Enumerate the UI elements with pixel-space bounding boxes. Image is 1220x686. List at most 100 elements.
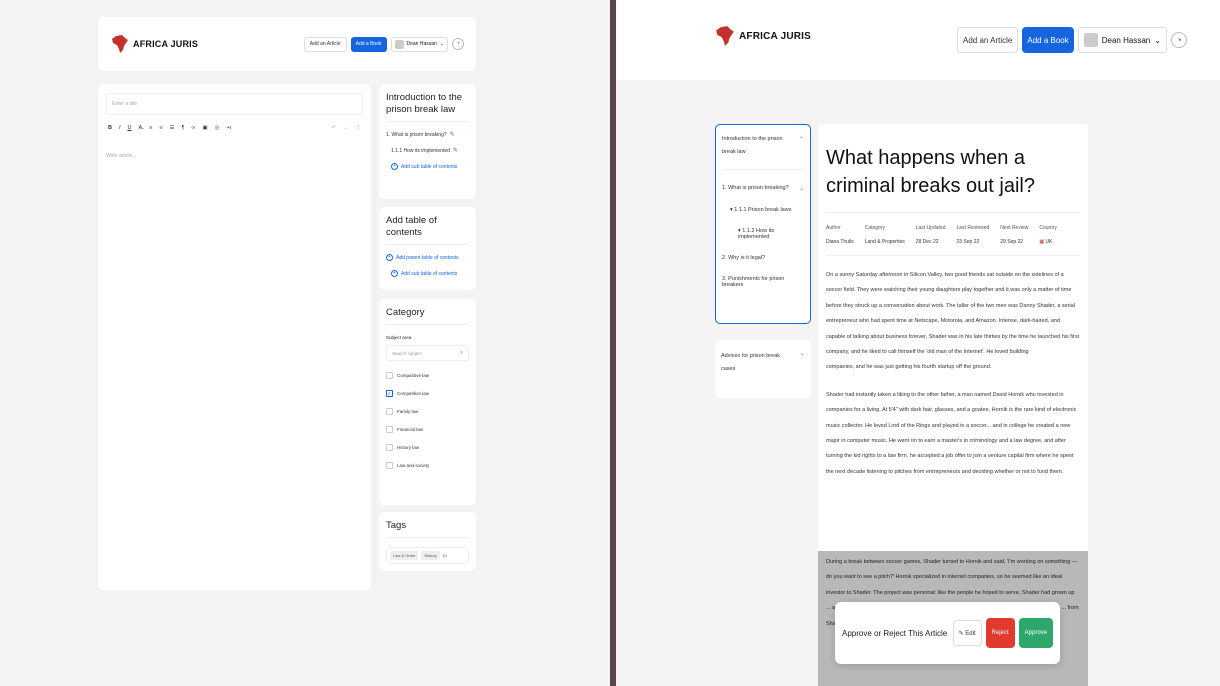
- list-button[interactable]: ☰: [170, 125, 175, 131]
- add-book-button[interactable]: Add a Book: [350, 36, 387, 52]
- toc-item-label: 1. What is prison breaking?: [722, 185, 789, 191]
- meta-value: 29 Sep 22: [1000, 239, 1024, 245]
- tag-input-value[interactable]: Di: [443, 553, 447, 558]
- country-value: ▦ UK: [1039, 239, 1057, 245]
- reject-button[interactable]: Reject: [985, 618, 1015, 648]
- chevron-down-icon[interactable]: ⌄: [800, 350, 805, 388]
- category-option[interactable]: History law: [386, 444, 469, 451]
- add-toc-panel: Add table of contents + Add parent table…: [379, 207, 476, 290]
- undo-icon[interactable]: ↶: [331, 125, 336, 131]
- article-paragraph: On a sunny Saturday afternoon in Silicon…: [826, 268, 1080, 376]
- tags-input[interactable]: Law & Order History Di: [386, 547, 469, 564]
- tag-chip[interactable]: Law & Order: [390, 551, 419, 560]
- category-option-label: Competition law: [397, 391, 430, 396]
- redo-icon[interactable]: →: [343, 125, 349, 131]
- user-name: Dean Hassan: [406, 41, 437, 47]
- user-menu[interactable]: Dean Hassan ⌄: [390, 36, 448, 52]
- article-body-input[interactable]: Write article...: [106, 153, 363, 159]
- format-toolbar: B I U A̶ ≡ ≡ ☰ ¶ ∞ ▣ ◎ +ı ↶ → ⋮: [106, 125, 363, 131]
- approve-button[interactable]: Approve: [1018, 618, 1053, 648]
- meta-last-reviewed: Last Reviewed 23 Sep 22: [956, 225, 989, 245]
- image-icon[interactable]: ▣: [202, 125, 207, 131]
- brand-logo[interactable]: AFRICA JURIS: [714, 25, 811, 47]
- meta-value: UK: [1045, 239, 1053, 245]
- category-option-label: Comparitive law: [397, 373, 430, 378]
- more-icon[interactable]: ⋮: [356, 125, 362, 131]
- meta-last-updated: Last Updated 28 Dec 22: [916, 225, 946, 245]
- pencil-icon: ✎: [958, 630, 964, 637]
- edit-button[interactable]: ✎ Edit: [952, 620, 982, 646]
- toc-item[interactable]: 1.1.1 How its implemented ✎: [391, 147, 469, 155]
- category-title: Category: [386, 307, 469, 325]
- add-sub-toc-link[interactable]: + Add sub table of contents: [386, 163, 469, 170]
- brand-name: AFRICA JURIS: [739, 30, 812, 42]
- brand-name: AFRICA JURIS: [133, 39, 199, 49]
- brand-logo[interactable]: AFRICA JURIS: [110, 34, 198, 54]
- article-title: What happens when a criminal breaks out …: [826, 144, 1080, 213]
- title-input[interactable]: Enter a title: [106, 93, 363, 115]
- align-left-button[interactable]: ≡: [149, 125, 152, 131]
- category-option[interactable]: Financial law: [386, 426, 469, 433]
- user-menu[interactable]: Dean Hassan ⌄: [1077, 27, 1167, 53]
- toc-item[interactable]: ▾ 1.1.1 Prison break laws: [722, 207, 804, 213]
- category-option[interactable]: Family law: [386, 408, 469, 415]
- strikethrough-button[interactable]: A̶: [139, 125, 143, 131]
- toc-item[interactable]: ▾ 1.1.2 How its implemented: [722, 228, 804, 240]
- editor-screen: AFRICA JURIS Add an Article Add a Book D…: [0, 0, 610, 686]
- meta-key: Author: [826, 225, 841, 231]
- add-sub-toc-link[interactable]: + Add sub table of contents: [386, 270, 469, 277]
- pencil-icon[interactable]: ✎: [450, 131, 455, 138]
- search-placeholder: Search subject: [392, 350, 422, 356]
- paragraph-button[interactable]: ¶: [182, 125, 185, 131]
- meta-key: Category: [864, 225, 885, 231]
- embed-icon[interactable]: ◎: [215, 125, 220, 131]
- checkbox[interactable]: [386, 462, 393, 469]
- tag-chip[interactable]: History: [421, 551, 440, 560]
- add-book-button[interactable]: Add a Book: [1022, 27, 1074, 53]
- avatar: [1083, 33, 1098, 47]
- article-review-screen: AFRICA JURIS Add an Article Add a Book D…: [616, 0, 1220, 686]
- bell-icon[interactable]: ◔: [1170, 32, 1187, 48]
- link-icon[interactable]: ∞: [192, 125, 196, 131]
- subject-search-input[interactable]: Search subject ⚲: [386, 345, 469, 361]
- category-option[interactable]: Law and society: [386, 462, 469, 469]
- checkbox[interactable]: [386, 444, 393, 451]
- chevron-down-icon: ⌄: [1154, 35, 1161, 45]
- add-parent-toc-label: Add parent table of contents: [396, 254, 459, 261]
- toc-panel: Introduction to the prison break law 1. …: [379, 84, 476, 199]
- category-option[interactable]: ✓ Competition law: [386, 390, 469, 397]
- add-parent-toc-link[interactable]: + Add parent table of contents: [386, 254, 469, 261]
- add-article-button[interactable]: Add an Article: [957, 27, 1019, 53]
- underline-button[interactable]: U: [128, 125, 132, 131]
- checkbox[interactable]: [386, 426, 393, 433]
- italic-button[interactable]: I: [119, 125, 121, 131]
- bold-button[interactable]: B: [108, 125, 112, 131]
- pencil-icon[interactable]: ✎: [453, 147, 458, 154]
- toc-item[interactable]: 3. Punishments for prison breakers: [722, 276, 804, 288]
- top-header: AFRICA JURIS Add an Article Add a Book D…: [616, 0, 1220, 80]
- add-sub-toc-label: Add sub table of contents: [401, 163, 458, 170]
- chevron-down-icon: ⌄: [439, 41, 444, 47]
- chevron-down-icon[interactable]: ⌄: [799, 133, 804, 140]
- article-meta: Author Diana Thulis Category Land & Proper…: [826, 225, 1080, 256]
- toc-item[interactable]: 2. Why is it legal?: [722, 255, 804, 261]
- checkbox[interactable]: [386, 408, 393, 415]
- paragraph-text: companies, and he was just getting his f…: [826, 364, 992, 371]
- chevron-down-icon[interactable]: ⌄: [799, 185, 804, 192]
- bell-icon[interactable]: ◔: [452, 38, 464, 50]
- article-paragraph: Shader had instantly taken a liking to t…: [826, 391, 1077, 475]
- checkbox-checked[interactable]: ✓: [386, 390, 393, 397]
- meta-value: Land & Properties: [864, 239, 905, 245]
- toc-item[interactable]: 1. What is prison breaking? ✎: [386, 131, 469, 139]
- toc-item[interactable]: 1. What is prison breaking? ⌄: [722, 185, 804, 192]
- meta-value: 23 Sep 22: [956, 239, 980, 245]
- heading-button[interactable]: +ı: [226, 125, 231, 131]
- align-center-button[interactable]: ≡: [159, 125, 162, 131]
- add-article-button[interactable]: Add an Article: [303, 36, 347, 52]
- category-option[interactable]: Comparitive law: [386, 372, 469, 379]
- toc-section-collapsed[interactable]: Advices for prison break cases ⌄: [715, 340, 811, 398]
- user-name: Dean Hassan: [1101, 35, 1151, 45]
- article-editor: Enter a title B I U A̶ ≡ ≡ ☰ ¶ ∞ ▣ ◎ +ı …: [98, 84, 371, 590]
- checkbox[interactable]: [386, 372, 393, 379]
- toc-section-header[interactable]: Introduction to the prison break law ⌄: [722, 133, 804, 159]
